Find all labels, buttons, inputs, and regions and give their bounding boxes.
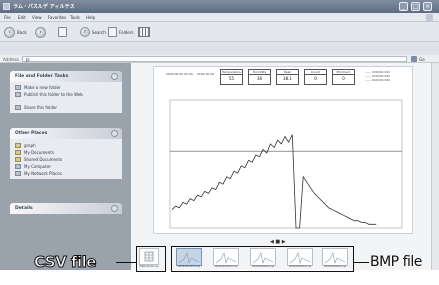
window-title: ラム・パスルデ アィルテス [13, 4, 75, 10]
address-value: Ja [26, 57, 30, 62]
back-label: Back [17, 29, 27, 35]
task-new-folder[interactable]: Make a new folder [15, 85, 61, 90]
forward-button[interactable]: › [35, 26, 46, 38]
place-my-documents[interactable]: My Documents [15, 150, 54, 155]
folders-icon [108, 27, 117, 37]
stat-box: Count 0 [304, 69, 327, 85]
csv-callout-box [136, 246, 166, 272]
folder-icon [3, 3, 10, 10]
chart-id: 0000 00 00 [197, 72, 215, 76]
address-label: Address [3, 57, 19, 62]
menu-favorites[interactable]: Favorites [48, 15, 66, 20]
plot-area [169, 99, 403, 229]
search-icon: ⌕ [80, 27, 90, 37]
bmp-callout-box [171, 246, 354, 272]
menu-view[interactable]: View [32, 15, 42, 20]
menu-file[interactable]: File [4, 15, 11, 20]
search-label: Search [92, 29, 106, 35]
folder-icon [15, 143, 21, 148]
chart-legend: —— 000000.000 —— 000000.000 —— 000000.00… [365, 70, 390, 82]
csv-callout-line [116, 262, 136, 263]
series-line [171, 134, 377, 229]
address-bar: Address Ja Go [0, 55, 439, 63]
go-arrow-icon[interactable] [411, 56, 417, 62]
menu-tools[interactable]: Tools [70, 15, 80, 20]
forward-arrow-icon: › [35, 26, 46, 38]
up-folder-button[interactable] [58, 26, 67, 38]
stat-box: Humidity 36 [248, 69, 271, 85]
stat-box: Temperature 55 [220, 69, 243, 85]
menu-help[interactable]: Help [86, 15, 95, 20]
task-share-folder[interactable]: Share this folder [15, 105, 57, 110]
chart-date: 0000.00.00 00:00 [166, 72, 193, 76]
other-places-header[interactable]: Other Places [10, 128, 122, 139]
vertical-scrollbar[interactable] [431, 63, 439, 270]
views-grid-icon [138, 27, 150, 37]
folders-button[interactable]: Folders [108, 26, 133, 38]
stat-label: Peak [277, 70, 298, 75]
place-my-network[interactable]: My Network Places [15, 171, 62, 176]
file-tasks-panel: File and Folder Tasks Make a new folder … [10, 71, 122, 113]
task-pane: File and Folder Tasks Make a new folder … [0, 63, 131, 270]
details-header[interactable]: Details [10, 203, 122, 214]
stat-label: Count [305, 70, 326, 75]
bmp-callout-line [354, 262, 369, 263]
stat-value: 36 [256, 76, 263, 81]
expand-icon[interactable] [111, 205, 118, 212]
line-chart [169, 99, 403, 229]
windows-logo-icon [426, 14, 433, 21]
place-shared-documents[interactable]: Shared Documents [15, 157, 62, 162]
details-panel: Details [10, 203, 122, 214]
toolbar: ‹ Back › ⌕ Search Folders [0, 22, 439, 42]
other-places-panel: Other Places graph My Documents Shared D… [10, 128, 122, 179]
stat-box: Peak 38.1 [276, 69, 299, 85]
file-tasks-header[interactable]: File and Folder Tasks [10, 71, 122, 82]
minimize-button[interactable]: _ [399, 2, 408, 11]
publish-icon [15, 92, 21, 97]
views-button[interactable] [138, 26, 150, 38]
title-bar: ラム・パスルデ アィルテス _ □ × [0, 0, 439, 13]
folder-icon [15, 150, 21, 155]
place-graph[interactable]: graph [15, 143, 36, 148]
stat-label: Temperature [221, 70, 242, 75]
go-button[interactable]: Go [419, 57, 425, 62]
stat-value: 0 [314, 76, 317, 81]
folders-label: Folders [119, 29, 134, 35]
collapse-icon[interactable] [111, 130, 118, 137]
folder-icon [15, 157, 21, 162]
search-button[interactable]: ⌕ Search [80, 26, 106, 38]
new-folder-icon [15, 85, 21, 90]
up-folder-icon [58, 27, 67, 37]
collapse-icon[interactable] [111, 73, 118, 80]
csv-file-label: CSV file [34, 253, 97, 272]
stat-label: Humidity [249, 70, 270, 75]
stat-value: 0 [342, 76, 345, 81]
address-field[interactable]: Ja [22, 56, 407, 62]
stat-value: 38.1 [283, 76, 292, 81]
legend-entry: —— 000000.000 [365, 78, 391, 82]
back-button[interactable]: ‹ Back [4, 26, 27, 38]
menu-edit[interactable]: Edit [18, 15, 26, 20]
maximize-button[interactable]: □ [411, 2, 420, 11]
share-icon [15, 105, 21, 110]
computer-icon [15, 164, 21, 169]
other-places-title: Other Places [15, 131, 48, 136]
menu-bar: File Edit View Favorites Tools Help [0, 13, 439, 22]
close-button[interactable]: × [423, 2, 432, 11]
network-icon [15, 171, 21, 176]
stat-value: 55 [228, 76, 235, 81]
details-title: Details [15, 206, 33, 211]
stat-label: Minimum [333, 70, 354, 75]
stat-box: Minimum 0 [332, 69, 355, 85]
file-tasks-title: File and Folder Tasks [15, 74, 69, 79]
back-arrow-icon: ‹ [4, 26, 15, 38]
task-publish-folder[interactable]: Publish this folder to the Web [15, 92, 84, 97]
place-my-computer[interactable]: My Computer [15, 164, 51, 169]
bmp-file-label: BMP file [370, 254, 422, 270]
